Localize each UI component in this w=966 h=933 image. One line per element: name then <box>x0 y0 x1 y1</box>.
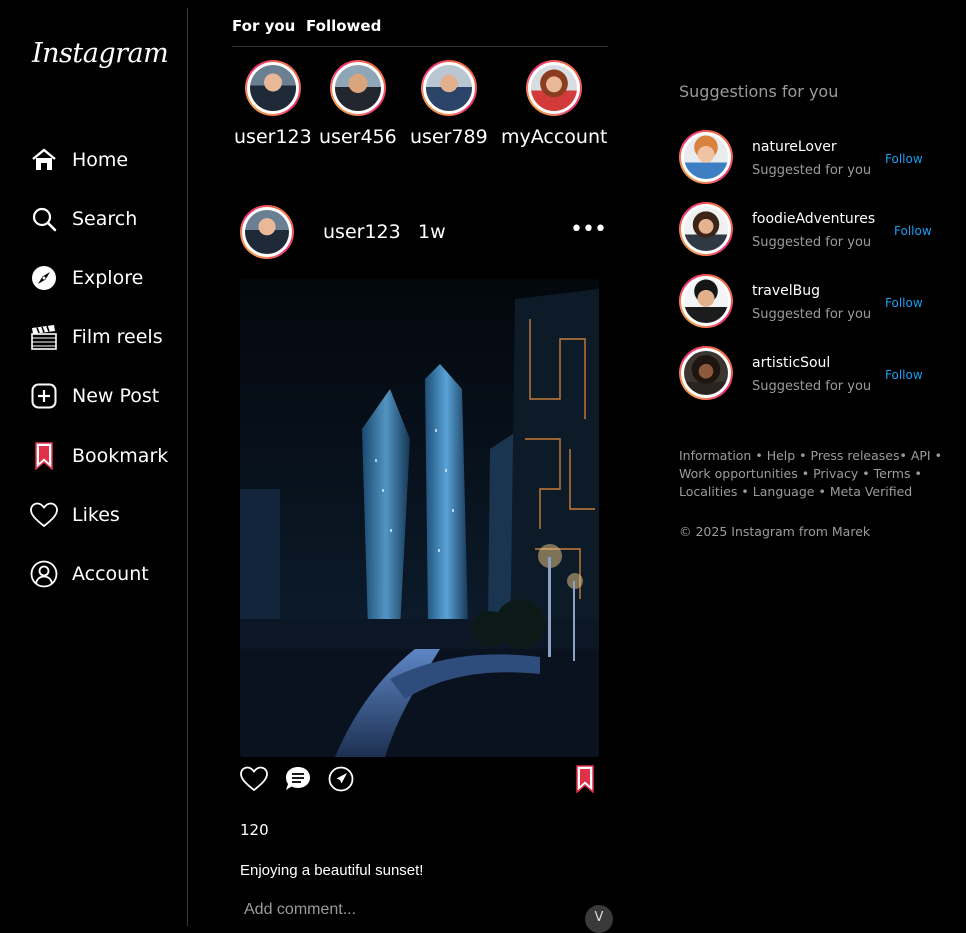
story-item[interactable]: myAccount <box>501 60 607 148</box>
sidebar: Instagram Home Search Explore Film reels… <box>0 8 188 926</box>
story-username: user123 <box>234 126 312 148</box>
suggestion-item: artisticSoul Suggested for you Follow <box>679 346 949 402</box>
story-avatar <box>329 60 386 116</box>
nav-label-explore: Explore <box>72 267 144 289</box>
footer-link[interactable]: Localities <box>679 484 737 499</box>
suggestions-title: Suggestions for you <box>679 82 839 101</box>
story-item[interactable]: user456 <box>319 60 397 148</box>
clapperboard-icon <box>30 323 58 351</box>
suggestion-username[interactable]: natureLover <box>752 139 837 155</box>
search-icon <box>30 205 58 233</box>
story-username: user789 <box>410 126 488 148</box>
nav-label-account: Account <box>72 563 149 585</box>
post-caption: Enjoying a beautiful sunset! <box>240 862 424 879</box>
nav-label-likes: Likes <box>72 504 120 526</box>
footer-link[interactable]: Help <box>767 448 796 463</box>
follow-button[interactable]: Follow <box>885 152 923 166</box>
nav-item-new-post[interactable]: New Post <box>30 379 159 413</box>
plus-square-icon <box>30 382 58 410</box>
follow-button[interactable]: Follow <box>894 224 932 238</box>
post-username[interactable]: user123 <box>323 221 401 243</box>
post-time: 1w <box>418 221 446 243</box>
footer-link[interactable]: Information <box>679 448 751 463</box>
suggestion-subtitle: Suggested for you <box>752 307 872 322</box>
suggestion-subtitle: Suggested for you <box>752 235 872 250</box>
suggestion-avatar[interactable] <box>679 130 733 184</box>
post-avatar[interactable] <box>240 205 294 259</box>
footer-link[interactable]: Work opportunities <box>679 466 798 481</box>
nav-label-film-reels: Film reels <box>72 326 163 348</box>
nav-item-explore[interactable]: Explore <box>30 261 143 295</box>
story-username: myAccount <box>501 126 608 148</box>
nav-item-film-reels[interactable]: Film reels <box>30 320 163 354</box>
suggestion-subtitle: Suggested for you <box>752 379 872 394</box>
nav-label-new-post: New Post <box>72 385 160 407</box>
nav-label-bookmark: Bookmark <box>72 445 169 467</box>
story-item[interactable]: user123 <box>234 60 312 148</box>
likes-count: 120 <box>240 821 269 839</box>
story-avatar <box>244 60 301 116</box>
home-icon <box>30 146 58 174</box>
suggestion-avatar[interactable] <box>679 202 733 256</box>
bookmark-icon <box>30 442 58 470</box>
city-night-photo <box>240 279 599 757</box>
comment-icon[interactable] <box>284 765 312 797</box>
story-avatar <box>420 60 477 116</box>
post-image[interactable] <box>240 279 599 757</box>
footer-links: Information • Help • Press releases• API… <box>679 448 942 499</box>
tab-for-you[interactable]: For you <box>232 17 295 35</box>
nav-item-likes[interactable]: Likes <box>30 498 120 532</box>
follow-button[interactable]: Follow <box>885 296 923 310</box>
tab-followed[interactable]: Followed <box>306 17 381 35</box>
comment-input[interactable] <box>240 898 570 922</box>
nav-label-search: Search <box>72 208 138 230</box>
more-options-icon[interactable]: ••• <box>570 217 607 242</box>
post-actions <box>240 765 600 795</box>
post-header: user123 1w ••• <box>240 205 607 259</box>
scroll-down-button[interactable]: V <box>585 905 613 933</box>
footer-link[interactable]: Language <box>753 484 815 499</box>
suggestion-avatar[interactable] <box>679 274 733 328</box>
suggestion-subtitle: Suggested for you <box>752 163 872 178</box>
footer-link[interactable]: Privacy <box>813 466 858 481</box>
suggestion-username[interactable]: travelBug <box>752 283 820 299</box>
nav-label-home: Home <box>72 149 129 171</box>
footer-link[interactable]: API <box>911 448 931 463</box>
share-icon[interactable] <box>328 766 354 796</box>
save-bookmark-icon[interactable] <box>575 765 595 797</box>
story-item[interactable]: user789 <box>410 60 488 148</box>
suggestion-item: travelBug Suggested for you Follow <box>679 274 949 330</box>
feed-tabs: For you Followed <box>232 14 608 47</box>
suggestion-username[interactable]: foodieAdventures <box>752 211 875 227</box>
suggestion-item: foodieAdventures Suggested for you Follo… <box>679 202 949 258</box>
story-avatar <box>526 60 583 116</box>
story-username: user456 <box>319 126 397 148</box>
suggestion-avatar[interactable] <box>679 346 733 400</box>
footer-link[interactable]: Press releases <box>811 448 900 463</box>
follow-button[interactable]: Follow <box>885 368 923 382</box>
compass-icon <box>30 264 58 292</box>
copyright-text: © 2025 Instagram from Marek <box>679 524 871 539</box>
instagram-logo[interactable]: Instagram <box>32 38 169 69</box>
nav-item-account[interactable]: Account <box>30 557 149 591</box>
footer-link[interactable]: Terms <box>874 466 911 481</box>
suggestion-username[interactable]: artisticSoul <box>752 355 830 371</box>
suggestion-item: natureLover Suggested for you Follow <box>679 130 949 186</box>
heart-icon <box>30 501 58 529</box>
footer-link[interactable]: Meta Verified <box>830 484 912 499</box>
nav-item-search[interactable]: Search <box>30 202 137 236</box>
like-icon[interactable] <box>240 766 268 796</box>
user-circle-icon <box>30 560 58 588</box>
nav-item-home[interactable]: Home <box>30 143 128 177</box>
nav-item-bookmark[interactable]: Bookmark <box>30 439 168 473</box>
